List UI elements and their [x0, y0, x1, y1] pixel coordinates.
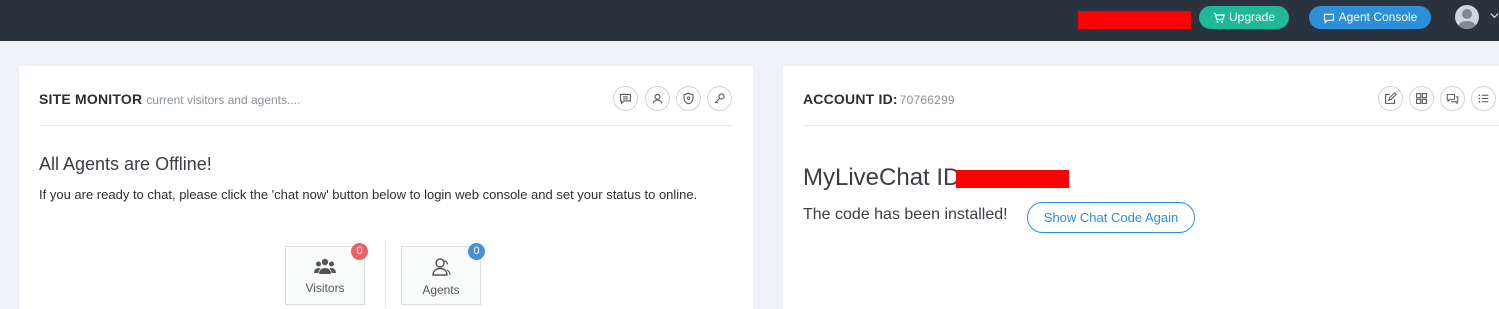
upgrade-button[interactable]: Upgrade	[1199, 6, 1289, 29]
shield-icon	[683, 92, 694, 105]
account-panel: ACCOUNT ID: 70766299 MyLiveChat ID: The c…	[783, 66, 1499, 309]
chevron-down-icon[interactable]	[1490, 11, 1499, 20]
list-button[interactable]	[1471, 86, 1496, 111]
chat-bubble-icon	[620, 93, 631, 105]
edit-icon	[1385, 92, 1397, 104]
visitors-stat[interactable]: Visitors 0	[285, 243, 368, 305]
offline-instructions: If you are ready to chat, please click t…	[39, 187, 698, 202]
top-bar: Upgrade Agent Console	[0, 0, 1499, 41]
panel-divider	[803, 125, 1499, 126]
show-chat-code-button[interactable]: Show Chat Code Again	[1027, 202, 1195, 233]
visitors-button[interactable]	[645, 86, 670, 111]
users-group-icon	[314, 258, 336, 274]
panel-title: ACCOUNT ID: 70766299	[803, 91, 955, 107]
visitors-label: Visitors	[305, 281, 345, 295]
redacted-mylivechat-id	[956, 170, 1069, 188]
user-avatar[interactable]	[1455, 5, 1479, 29]
redacted-account-id	[1078, 11, 1191, 29]
edit-button[interactable]	[1378, 86, 1403, 111]
offline-title: All Agents are Offline!	[39, 154, 212, 174]
agents-label: Agents	[422, 283, 460, 297]
site-monitor-title: SITE MONITOR	[39, 91, 143, 107]
stat-divider	[385, 242, 386, 308]
security-button[interactable]	[676, 86, 701, 111]
agent-icon	[432, 258, 451, 276]
key-icon	[714, 93, 725, 104]
chat-bubble-icon	[1323, 13, 1334, 24]
mylivechat-id-label: MyLiveChat ID:	[803, 164, 968, 191]
list-icon	[1478, 94, 1489, 103]
account-id-value: 70766299	[899, 93, 955, 107]
cart-icon	[1213, 12, 1225, 23]
agents-count-badge: 0	[468, 243, 485, 260]
chat-bubbles-icon	[1446, 93, 1459, 105]
site-monitor-panel: SITE MONITOR current visitors and agents.…	[19, 66, 753, 309]
site-monitor-subtitle: current visitors and agents....	[146, 93, 301, 107]
user-icon	[1457, 9, 1477, 29]
agent-console-label: Agent Console	[1338, 10, 1418, 24]
upgrade-label: Upgrade	[1228, 10, 1276, 24]
install-status: The code has been installed!	[803, 206, 1008, 223]
account-id-title: ACCOUNT ID:	[803, 91, 898, 107]
chat-log-button[interactable]	[613, 86, 638, 111]
settings-button[interactable]	[707, 86, 732, 111]
panel-title: SITE MONITOR current visitors and agents.…	[39, 91, 300, 107]
agents-stat[interactable]: Agents 0	[401, 243, 485, 305]
apps-button[interactable]	[1409, 86, 1434, 111]
chats-button[interactable]	[1440, 86, 1465, 111]
grid-icon	[1416, 93, 1427, 104]
panel-divider	[39, 125, 733, 126]
visitors-count-badge: 0	[351, 243, 368, 260]
user-circle-icon	[652, 93, 663, 104]
agent-console-button[interactable]: Agent Console	[1309, 6, 1431, 29]
